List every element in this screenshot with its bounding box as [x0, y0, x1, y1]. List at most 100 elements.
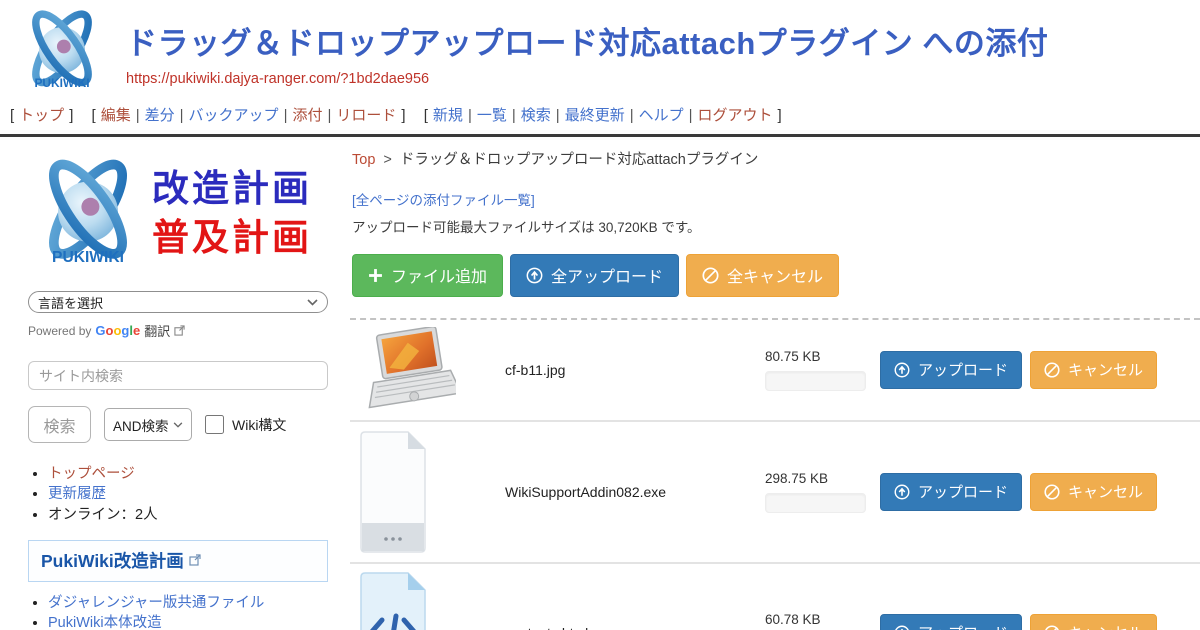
file-upload-list: cf-b11.jpg 80.75 KB アップロード キャンセル — [350, 318, 1200, 630]
sidebar-slogan: 改造計画 普及計画 — [152, 169, 312, 258]
upload-all-button[interactable]: 全アップロード — [510, 254, 679, 297]
cancel-button[interactable]: キャンセル — [1030, 473, 1157, 511]
html-file-icon — [360, 572, 426, 630]
nav-link-backup[interactable]: バックアップ — [189, 107, 279, 124]
separator: | — [512, 107, 516, 124]
nav-link-edit[interactable]: 編集 — [101, 107, 131, 124]
breadcrumb-separator: > — [383, 152, 391, 168]
slogan-line1: 改造計画 — [152, 169, 312, 210]
sidebar-list-top: トップページ 更新履歴 オンライン：2人 — [48, 465, 345, 524]
upload-label: アップロード — [918, 359, 1008, 380]
upload-circle-icon — [526, 267, 543, 284]
file-name: contents.html — [505, 625, 765, 630]
list-item: PukiWiki本体改造 — [48, 614, 345, 630]
file-row: WikiSupportAddin082.exe 298.75 KB アップロード… — [350, 420, 1200, 562]
ban-icon — [1044, 484, 1060, 500]
sidebar-link-common-files[interactable]: ダジャレンジャー版共通ファイル — [48, 595, 264, 611]
upload-label: アップロード — [918, 481, 1008, 502]
language-select[interactable]: 言語を選択 — [28, 291, 328, 313]
chevron-down-icon — [173, 422, 183, 428]
list-item: オンライン：2人 — [48, 506, 345, 524]
bracket: [ — [92, 107, 96, 124]
powered-by: Powered by Google 翻訳 — [28, 321, 345, 340]
section-title-text: PukiWiki改造計画 — [41, 548, 184, 573]
nav-link-attach[interactable]: 添付 — [292, 107, 322, 124]
ban-icon — [1044, 362, 1060, 378]
cancel-label: キャンセル — [1068, 481, 1143, 502]
bracket: ] — [401, 107, 405, 124]
add-file-button[interactable]: ファイル追加 — [352, 254, 503, 297]
nav-group-page: [編集|差分|バックアップ|添付|リロード] — [92, 107, 406, 124]
nav-group-site: [新規|一覧|検索|最終更新|ヘルプ|ログアウト] — [424, 107, 782, 124]
upload-button[interactable]: アップロード — [880, 614, 1022, 630]
list-item: 更新履歴 — [48, 485, 345, 503]
file-size-cell: 298.75 KB — [765, 471, 880, 513]
separator: | — [284, 107, 288, 124]
file-name: WikiSupportAddin082.exe — [505, 484, 765, 500]
sidebar-logo[interactable]: PUKIWIKI 改造計画 普及計画 — [28, 149, 338, 279]
file-size-cell: 60.78 KB — [765, 612, 880, 630]
breadcrumb-root-link[interactable]: Top — [352, 152, 375, 168]
nav-link-search[interactable]: 検索 — [521, 107, 551, 124]
language-select-value: 言語を選択 — [38, 293, 103, 312]
laptop-thumbnail — [360, 327, 456, 413]
search-button[interactable]: 検索 — [28, 406, 91, 443]
file-thumb-cell — [350, 431, 505, 553]
wiki-syntax-checkbox[interactable] — [205, 415, 224, 434]
progress-bar — [765, 493, 866, 513]
separator: | — [327, 107, 331, 124]
external-link-icon — [189, 554, 201, 566]
file-name: cf-b11.jpg — [505, 362, 765, 378]
file-size-cell: 80.75 KB — [765, 349, 880, 391]
cancel-all-button[interactable]: 全キャンセル — [686, 254, 839, 297]
pukiwiki-atom-icon: PUKIWIKI — [28, 150, 148, 278]
slogan-line2: 普及計画 — [152, 218, 312, 259]
nav-link-diff[interactable]: 差分 — [145, 107, 175, 124]
header-text: ドラッグ＆ドロップアップロード対応attachプラグイン への添付 https:… — [112, 6, 1048, 88]
cancel-button[interactable]: キャンセル — [1030, 614, 1157, 630]
separator: | — [136, 107, 140, 124]
upload-button[interactable]: アップロード — [880, 351, 1022, 389]
generic-file-icon — [360, 431, 426, 553]
top-nav: [トップ] [編集|差分|バックアップ|添付|リロード] [新規|一覧|検索|最… — [0, 98, 1200, 134]
main-content: Top>ドラッグ＆ドロップアップロード対応attachプラグイン [全ページの添… — [345, 137, 1200, 630]
nav-link-top[interactable]: トップ — [19, 107, 64, 124]
list-item: ダジャレンジャー版共通ファイル — [48, 594, 345, 612]
all-attachments-link[interactable]: [全ページの添付ファイル一覧] — [352, 189, 535, 209]
nav-link-list[interactable]: 一覧 — [477, 107, 507, 124]
translate-link[interactable]: 翻訳 — [144, 321, 170, 340]
cancel-label: キャンセル — [1068, 622, 1143, 630]
nav-link-reload[interactable]: リロード — [336, 107, 396, 124]
pukiwiki-logo-icon[interactable]: PUKIWIKI — [12, 6, 112, 98]
google-logo: Google — [95, 323, 140, 338]
wiki-syntax-label: Wiki構文 — [232, 415, 286, 435]
search-mode-select[interactable]: AND検索 — [104, 408, 192, 441]
file-thumb-cell — [350, 572, 505, 630]
file-row: cf-b11.jpg 80.75 KB アップロード キャンセル — [350, 320, 1200, 420]
upload-button[interactable]: アップロード — [880, 473, 1022, 511]
sidebar-link-core-mod[interactable]: PukiWiki本体改造 — [48, 615, 162, 630]
header-wrap: PUKIWIKI ドラッグ＆ドロップアップロード対応attachプラグイン への… — [0, 0, 1200, 137]
action-bar: ファイル追加 全アップロード 全キャンセル — [352, 254, 1200, 297]
google-letter: G — [95, 323, 105, 338]
separator: | — [689, 107, 693, 124]
nav-link-recent[interactable]: 最終更新 — [565, 107, 625, 124]
nav-group-top: [トップ] — [10, 107, 73, 124]
search-controls: 検索 AND検索 Wiki構文 — [28, 406, 345, 443]
nav-link-new[interactable]: 新規 — [433, 107, 463, 124]
upload-all-label: 全アップロード — [551, 263, 663, 287]
site-search-input[interactable] — [28, 361, 328, 390]
sidebar-link-history[interactable]: 更新履歴 — [48, 486, 106, 502]
layout: PUKIWIKI 改造計画 普及計画 言語を選択 Powered by Goog… — [0, 137, 1200, 630]
cancel-button[interactable]: キャンセル — [1030, 351, 1157, 389]
nav-link-help[interactable]: ヘルプ — [639, 107, 684, 124]
upload-circle-icon — [894, 625, 910, 630]
separator: | — [468, 107, 472, 124]
file-size: 60.78 KB — [765, 612, 880, 627]
page-url-link[interactable]: https://pukiwiki.dajya-ranger.com/?1bd2d… — [126, 71, 429, 87]
plus-icon — [368, 268, 383, 283]
nav-link-logout[interactable]: ログアウト — [698, 107, 773, 124]
sidebar-section-title[interactable]: PukiWiki改造計画 — [28, 540, 328, 582]
sidebar-link-toppage[interactable]: トップページ — [48, 466, 135, 482]
file-actions: アップロード キャンセル — [880, 614, 1200, 630]
